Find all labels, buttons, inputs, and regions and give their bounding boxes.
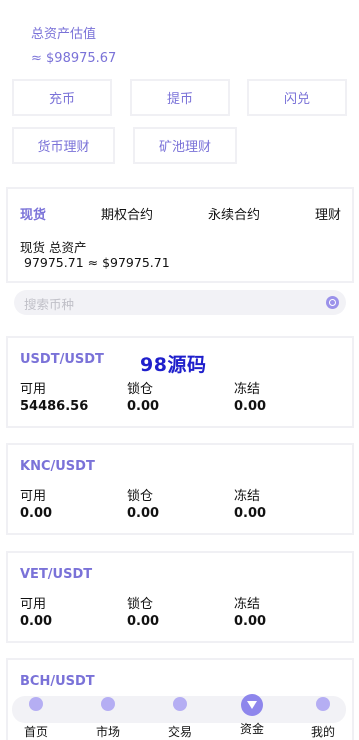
mining-pool-finance-button[interactable]: 矿池理财 bbox=[133, 127, 237, 164]
nav-label: 市场 bbox=[95, 725, 120, 739]
account-tabs-card: 现货 期权合约 永续合约 理财 现货 总资产 97975.71 ≈ $97975… bbox=[6, 187, 354, 283]
assets-page: 总资产估值 ≈ $98975.67 充币 提币 闪兑 货币理财 矿池理财 现货 … bbox=[0, 0, 359, 740]
available-label: 可用 bbox=[20, 597, 47, 612]
asset-pair: USDT/USDT bbox=[20, 352, 104, 367]
available-label: 可用 bbox=[20, 489, 47, 504]
nav-label: 我的 bbox=[310, 725, 335, 739]
frozen-value: 0.00 bbox=[234, 614, 267, 629]
tab-finance[interactable]: 理财 bbox=[315, 204, 341, 223]
market-chart-icon bbox=[101, 697, 115, 711]
asset-card[interactable]: KNC/USDT 可用 锁仓 冻结 0.00 0.00 0.00 bbox=[6, 443, 354, 535]
tab-spot[interactable]: 现货 bbox=[20, 204, 46, 223]
locked-label: 锁仓 bbox=[127, 597, 154, 612]
frozen-label: 冻结 bbox=[234, 597, 261, 612]
asset-summary: 总资产估值 ≈ $98975.67 bbox=[31, 26, 116, 68]
deposit-button[interactable]: 充币 bbox=[12, 79, 112, 116]
frozen-value: 0.00 bbox=[234, 506, 267, 521]
flash-swap-button[interactable]: 闪兑 bbox=[247, 79, 347, 116]
asset-pair: BCH/USDT bbox=[20, 674, 95, 689]
available-value: 0.00 bbox=[20, 614, 53, 629]
locked-value: 0.00 bbox=[127, 506, 160, 521]
available-label: 可用 bbox=[20, 382, 47, 397]
nav-label: 首页 bbox=[23, 725, 48, 739]
asset-pair: KNC/USDT bbox=[20, 459, 95, 474]
withdraw-button[interactable]: 提币 bbox=[130, 79, 230, 116]
total-asset-title: 总资产估值 bbox=[31, 27, 97, 42]
locked-label: 锁仓 bbox=[127, 382, 154, 397]
locked-label: 锁仓 bbox=[127, 489, 154, 504]
available-value: 54486.56 bbox=[20, 399, 89, 414]
nav-funds[interactable]: 资金 bbox=[232, 694, 272, 737]
search-input[interactable]: 搜索币种 bbox=[24, 294, 74, 313]
asset-pair: VET/USDT bbox=[20, 567, 93, 582]
frozen-label: 冻结 bbox=[234, 382, 261, 397]
nav-label: 资金 bbox=[239, 722, 264, 736]
nav-market[interactable]: 市场 bbox=[88, 697, 128, 740]
currency-finance-button[interactable]: 货币理财 bbox=[12, 127, 115, 164]
locked-value: 0.00 bbox=[127, 614, 160, 629]
watermark-text: 98源码 bbox=[140, 354, 207, 376]
locked-value: 0.00 bbox=[127, 399, 160, 414]
nav-home[interactable]: 首页 bbox=[16, 697, 56, 740]
available-value: 0.00 bbox=[20, 506, 53, 521]
wallet-icon bbox=[241, 694, 263, 716]
search-icon[interactable] bbox=[326, 296, 339, 309]
nav-trade[interactable]: 交易 bbox=[160, 697, 200, 740]
spot-total-value: 97975.71 ≈ $97975.71 bbox=[24, 255, 170, 270]
tab-perpetual[interactable]: 永续合约 bbox=[208, 204, 260, 223]
asset-card[interactable]: VET/USDT 可用 锁仓 冻结 0.00 0.00 0.00 bbox=[6, 551, 354, 643]
nav-label: 交易 bbox=[167, 725, 192, 739]
user-icon bbox=[316, 697, 330, 711]
tab-options[interactable]: 期权合约 bbox=[101, 204, 153, 223]
home-icon bbox=[29, 697, 43, 711]
total-asset-value: ≈ $98975.67 bbox=[31, 51, 117, 66]
nav-mine[interactable]: 我的 bbox=[303, 697, 343, 740]
coin-search[interactable]: 搜索币种 bbox=[14, 290, 346, 315]
spot-total-label: 现货 总资产 bbox=[20, 240, 87, 255]
frozen-label: 冻结 bbox=[234, 489, 261, 504]
trade-icon bbox=[173, 697, 187, 711]
frozen-value: 0.00 bbox=[234, 399, 267, 414]
